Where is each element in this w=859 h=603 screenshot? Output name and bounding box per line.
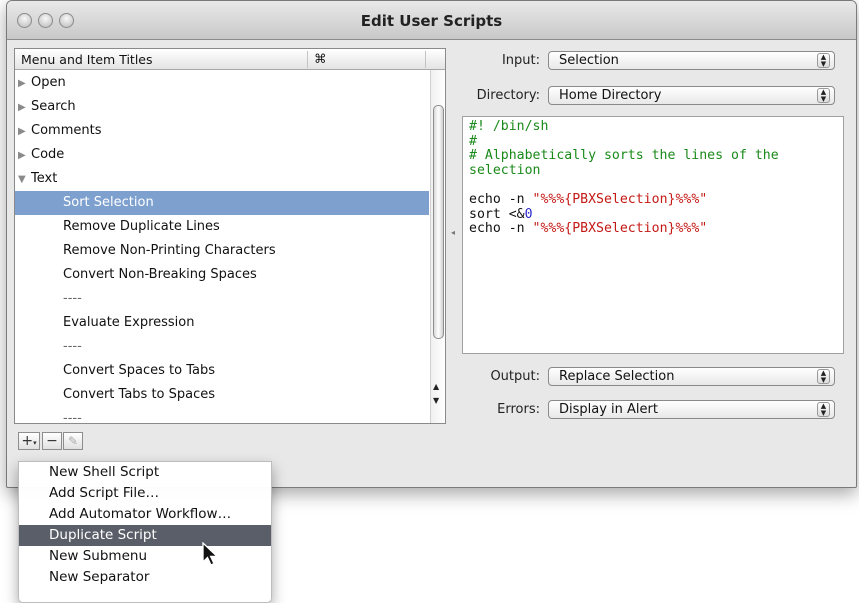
splitter-handle-icon[interactable]: ◂	[451, 228, 455, 237]
output-label: Output:	[490, 369, 540, 384]
menu-item[interactable]: New Submenu	[19, 546, 271, 567]
output-value: Replace Selection	[559, 369, 675, 384]
disclosure-collapsed-icon[interactable]: ▶	[18, 120, 30, 144]
directory-value: Home Directory	[559, 88, 662, 103]
popup-arrows-icon: ▲ ▼	[817, 53, 830, 68]
table-row[interactable]: Convert Non-Breaking Spaces	[15, 263, 429, 287]
directory-popup[interactable]: Home Directory ▲ ▼	[548, 86, 835, 105]
row-label: Code	[31, 147, 65, 162]
table-row[interactable]: Convert Spaces to Tabs	[15, 359, 429, 383]
row-label: ----	[63, 339, 82, 354]
row-label: Text	[31, 171, 58, 186]
scripts-outline-table: Menu and Item Titles ⌘ ▶ Open ▶ Search ▶ Comm…	[14, 48, 446, 426]
code-line: echo -n "%%%{PBXSelection}%%%"	[469, 191, 708, 207]
code-line: #! /bin/sh	[469, 119, 549, 134]
add-script-button[interactable]: +▾	[18, 432, 40, 450]
table-row[interactable]: Convert Tabs to Spaces	[15, 383, 429, 407]
menu-item[interactable]: Add Automator Workflow…	[19, 504, 271, 525]
code-line: echo -n "%%%{PBXSelection}%%%"	[469, 221, 708, 237]
row-label: Evaluate Expression	[63, 315, 195, 330]
row-label: Remove Duplicate Lines	[63, 219, 220, 234]
disclosure-collapsed-icon[interactable]: ▶	[18, 72, 30, 96]
separator-row[interactable]: ----	[15, 335, 429, 359]
code-line: # Alphabetically sorts the lines of the	[469, 148, 779, 164]
table-row[interactable]: Sort Selection	[15, 191, 429, 215]
code-line: sort <&0	[469, 206, 533, 222]
remove-script-button[interactable]: −	[42, 432, 62, 450]
script-editor[interactable]: #! /bin/sh # # Alphabetically sorts the li…	[462, 116, 844, 354]
disclosure-expanded-icon[interactable]: ▼	[18, 168, 30, 192]
outline-group-row[interactable]: ▶ Code	[15, 143, 429, 167]
row-label: Convert Tabs to Spaces	[63, 387, 216, 402]
add-menu: New Shell Script Add Script File… Add Auto…	[18, 461, 272, 603]
table-row[interactable]: Remove Duplicate Lines	[15, 215, 429, 239]
popup-arrows-icon: ▲ ▼	[817, 402, 830, 417]
row-label: Convert Non-Breaking Spaces	[63, 267, 257, 282]
menu-item[interactable]: New Separator	[19, 567, 271, 588]
row-label: Open	[31, 75, 66, 90]
column-header-shortcut[interactable]: ⌘	[307, 51, 417, 68]
menu-item[interactable]: Duplicate Script	[19, 525, 271, 546]
input-popup[interactable]: Selection ▲ ▼	[548, 51, 835, 70]
menu-item[interactable]: New Shell Script	[19, 462, 271, 483]
scrollbar-thumb[interactable]	[433, 105, 444, 339]
code-line: selection	[469, 162, 541, 178]
errors-value: Display in Alert	[559, 402, 658, 417]
table-row[interactable]: Remove Non-Printing Characters	[15, 239, 429, 263]
popup-arrows-icon: ▲ ▼	[817, 88, 830, 103]
row-label: Search	[31, 99, 76, 114]
table-row[interactable]: Evaluate Expression	[15, 311, 429, 335]
column-header-titles[interactable]: Menu and Item Titles	[21, 52, 153, 67]
title-bar: Edit User Scripts	[7, 1, 856, 40]
mouse-pointer-icon	[202, 542, 219, 566]
table-header: Menu and Item Titles ⌘	[15, 49, 445, 70]
menu-item[interactable]: Add Script File…	[19, 483, 271, 504]
row-label: Convert Spaces to Tabs	[63, 363, 216, 378]
outline-group-row[interactable]: ▶ Comments	[15, 119, 429, 143]
vertical-scrollbar[interactable]: ▲ ▼	[430, 70, 445, 423]
popup-arrows-icon: ▲ ▼	[817, 369, 830, 384]
row-label: Comments	[31, 123, 102, 138]
scroll-down-arrow-icon[interactable]: ▼	[433, 396, 439, 405]
column-header-extra	[425, 51, 446, 68]
scroll-up-arrow-icon[interactable]: ▲	[433, 382, 439, 391]
row-label: ----	[63, 411, 82, 426]
row-label: Remove Non-Printing Characters	[63, 243, 276, 258]
input-value: Selection	[559, 53, 619, 68]
code-line: #	[469, 133, 477, 149]
errors-popup[interactable]: Display in Alert ▲ ▼	[548, 400, 835, 419]
outline-group-row[interactable]: ▼ Text	[15, 167, 429, 191]
row-label: ----	[63, 291, 82, 306]
errors-label: Errors:	[497, 402, 540, 417]
row-label: Sort Selection	[63, 195, 154, 210]
output-popup[interactable]: Replace Selection ▲ ▼	[548, 367, 835, 386]
directory-label: Directory:	[476, 88, 540, 103]
separator-row[interactable]: ----	[15, 287, 429, 311]
outline-rows: ▶ Open ▶ Search ▶ Comments ▶ Code ▼ Text Sort Sele…	[15, 71, 429, 431]
edit-pencil-icon[interactable]: ✎	[63, 432, 83, 450]
disclosure-collapsed-icon[interactable]: ▶	[18, 144, 30, 168]
input-label: Input:	[501, 53, 540, 68]
outline-group-row[interactable]: ▶ Open	[15, 71, 429, 95]
separator-row[interactable]: ----	[15, 407, 429, 431]
outline-group-row[interactable]: ▶ Search	[15, 95, 429, 119]
window-title: Edit User Scripts	[360, 12, 503, 30]
disclosure-collapsed-icon[interactable]: ▶	[18, 96, 30, 120]
